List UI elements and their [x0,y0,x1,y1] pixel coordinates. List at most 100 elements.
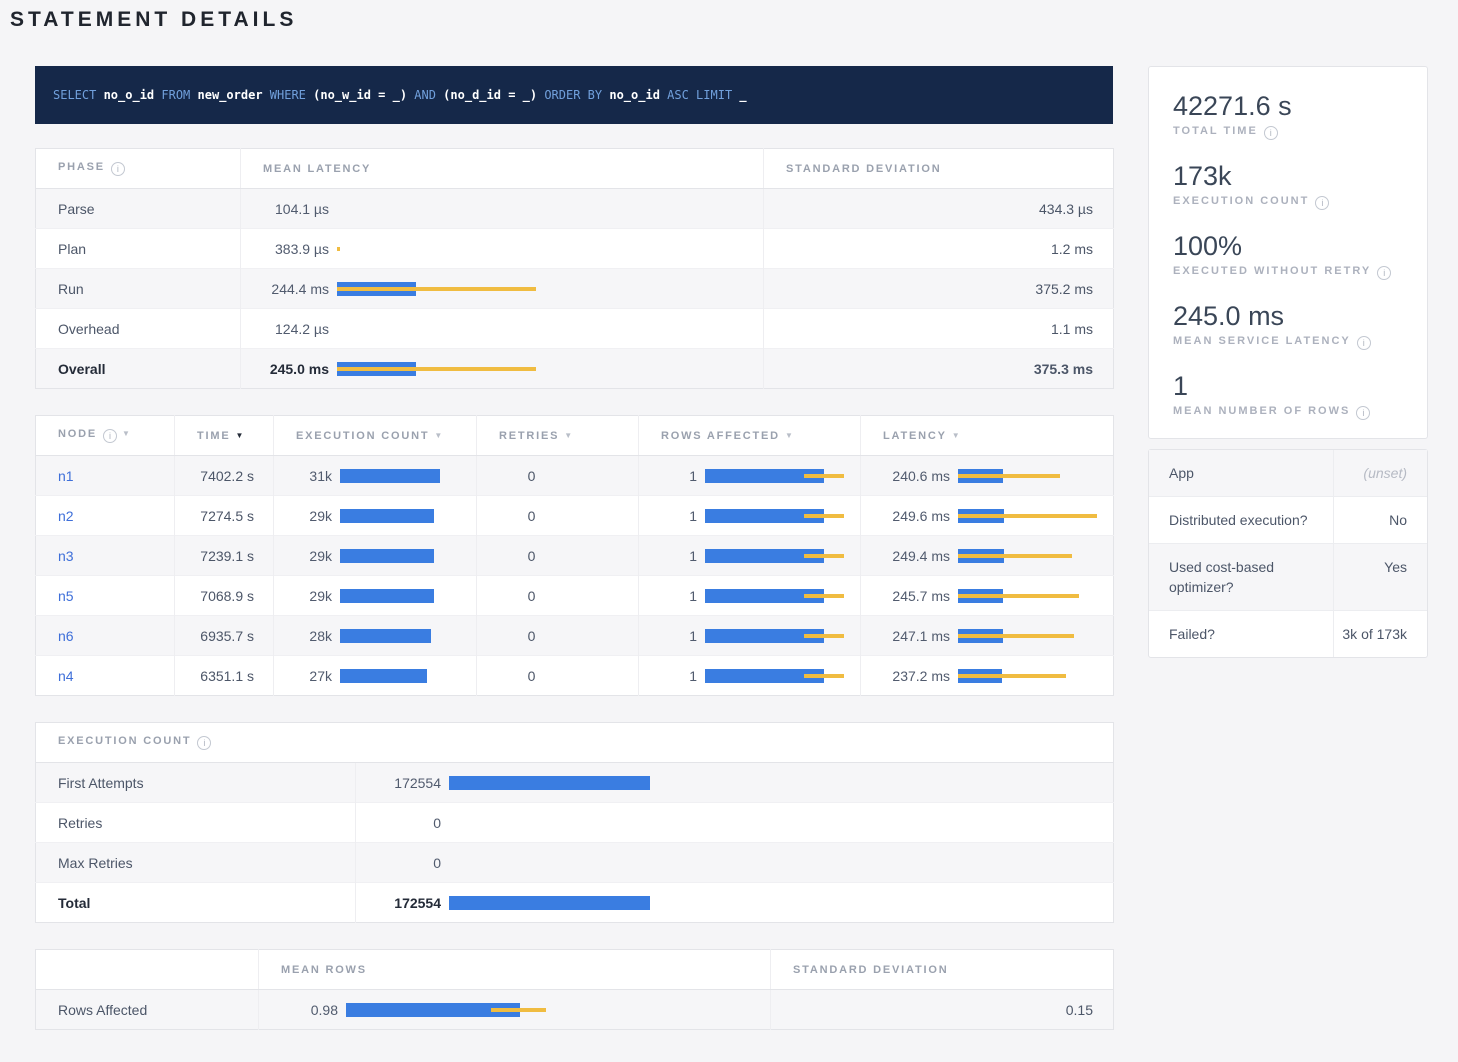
std-dev-value: 0.15 [771,990,1114,1030]
info-icon[interactable]: i [111,162,125,176]
time-column-header[interactable]: TIME▼ [175,416,274,456]
node-column-header[interactable]: NODEi▼ [36,416,175,456]
node-row: n6 6935.7 s 28k 0 1 247.1 ms [36,616,1114,656]
rows-affected-row: Rows Affected 0.98 0.15 [36,990,1114,1030]
count-bar [340,549,476,563]
stat-mean-number-of-rows: 1 MEAN NUMBER OF ROWSi [1173,371,1403,420]
execution-count-table: EXECUTION COUNT i First Attempts 172554 R… [35,722,1114,923]
info-icon[interactable]: i [1357,336,1371,350]
rows-bar [705,629,860,643]
node-count-value: 31k [274,468,332,484]
mean-rows-value: 0.98 [259,1002,338,1018]
rows-affected-table: MEAN ROWS STANDARD DEVIATION Rows Affect… [35,949,1114,1030]
latency-bar [958,629,1113,643]
execution-count-column-header[interactable]: EXECUTION COUNT▼ [274,416,477,456]
std-dev-value: 1.2 ms [764,229,1114,269]
statement-details-page: STATEMENT DETAILS SELECT no_o_id FROM ne… [0,0,1458,1056]
latency-column-header[interactable]: LATENCY▼ [861,416,1114,456]
node-link[interactable]: n5 [58,588,74,604]
stat-label: TOTAL TIME i [1173,125,1403,140]
node-row: n1 7402.2 s 31k 0 1 240.6 ms [36,456,1114,496]
node-link[interactable]: n6 [58,628,74,644]
info-icon[interactable]: i [197,736,211,750]
node-count-value: 29k [274,588,332,604]
phase-column-header: PHASEi [36,149,241,189]
node-time-value: 7402.2 s [175,456,274,496]
node-rows-value: 1 [639,508,697,524]
std-dev-column-header: STANDARD DEVIATION [771,950,1114,990]
node-rows-value: 1 [639,588,697,604]
detail-row-failed: Failed? 3k of 173k [1149,610,1427,657]
sql-token: (no_d_id = _) [443,88,537,102]
node-rows-value: 1 [639,668,697,684]
stat-value: 245.0 ms [1173,301,1403,332]
sql-token: ASC LIMIT [660,88,739,102]
node-link[interactable]: n1 [58,468,74,484]
node-row: n4 6351.1 s 27k 0 1 237.2 ms [36,656,1114,696]
phase-row-run: Run 244.4 ms 375.2 ms [36,269,1114,309]
main-column: SELECT no_o_id FROM new_order WHERE (no_… [35,66,1113,1056]
detail-row-cost-based-optimizer: Used cost-based optimizer? Yes [1149,543,1427,610]
std-dev-value: 1.1 ms [764,309,1114,349]
latency-bar [337,322,763,336]
page-title: STATEMENT DETAILS [10,8,1458,32]
detail-row-distributed-execution: Distributed execution? No [1149,496,1427,543]
summary-sidebar: 42271.6 s TOTAL TIMEi 173k EXECUTION COU… [1148,66,1428,658]
sql-token: AND [407,88,443,102]
exec-row-label: First Attempts [36,763,356,803]
detail-value: 3k of 173k [1334,611,1427,657]
sort-arrow-icon: ▼ [434,431,444,440]
info-icon[interactable]: i [1356,406,1370,420]
phase-label: Overhead [36,309,241,349]
stat-label-text: EXECUTION COUNT [1173,195,1309,207]
detail-value: No [1334,497,1427,543]
phase-table-header: PHASEi MEAN LATENCY STANDARD DEVIATION [36,149,1114,189]
node-retries-value: 0 [477,576,639,616]
node-link[interactable]: n3 [58,548,74,564]
count-bar [340,509,476,523]
latency-header-label: LATENCY [883,430,947,442]
execution-count-title-label: EXECUTION COUNT [58,735,191,747]
stat-label-text: MEAN SERVICE LATENCY [1173,335,1351,347]
latency-bar [337,242,763,256]
rows-affected-column-header[interactable]: ROWS AFFECTED▼ [639,416,861,456]
rows-bar [705,509,860,523]
latency-bar [958,509,1113,523]
count-bar [449,856,1113,870]
sql-token: new_order [198,88,263,102]
mean-rows-column-header: MEAN ROWS [259,950,771,990]
sql-statement-box: SELECT no_o_id FROM new_order WHERE (no_… [35,66,1113,124]
rows-bar [705,549,860,563]
detail-label: Failed? [1149,611,1334,657]
node-retries-value: 0 [477,656,639,696]
std-dev-value: 375.2 ms [764,269,1114,309]
rows-affected-header: MEAN ROWS STANDARD DEVIATION [36,950,1114,990]
retries-header-label: RETRIES [499,430,559,442]
info-icon[interactable]: i [103,429,117,443]
mean-latency-value: 244.4 ms [241,281,329,297]
time-header-label: TIME [197,430,230,442]
mean-rows-header-label: MEAN ROWS [281,964,367,976]
info-icon[interactable]: i [1264,126,1278,140]
mean-latency-column-header: MEAN LATENCY [241,149,764,189]
detail-row-app: App (unset) [1149,450,1427,496]
node-latency-value: 245.7 ms [861,588,950,604]
stat-label-text: TOTAL TIME [1173,125,1258,137]
phase-label: Parse [36,189,241,229]
detail-label: App [1149,450,1334,496]
stat-label-text: EXECUTED WITHOUT RETRY [1173,265,1371,277]
exec-row-label: Retries [36,803,356,843]
rows-bar [705,669,860,683]
exec-row-retries: Retries 0 [36,803,1114,843]
info-icon[interactable]: i [1377,266,1391,280]
node-link[interactable]: n4 [58,668,74,684]
node-retries-value: 0 [477,616,639,656]
retries-column-header[interactable]: RETRIES▼ [477,416,639,456]
info-icon[interactable]: i [1315,196,1329,210]
count-bar [340,669,476,683]
mean-latency-value: 245.0 ms [241,361,329,377]
sql-token: no_o_id [104,88,155,102]
exec-row-first-attempts: First Attempts 172554 [36,763,1114,803]
sql-token: FROM [154,88,197,102]
node-link[interactable]: n2 [58,508,74,524]
